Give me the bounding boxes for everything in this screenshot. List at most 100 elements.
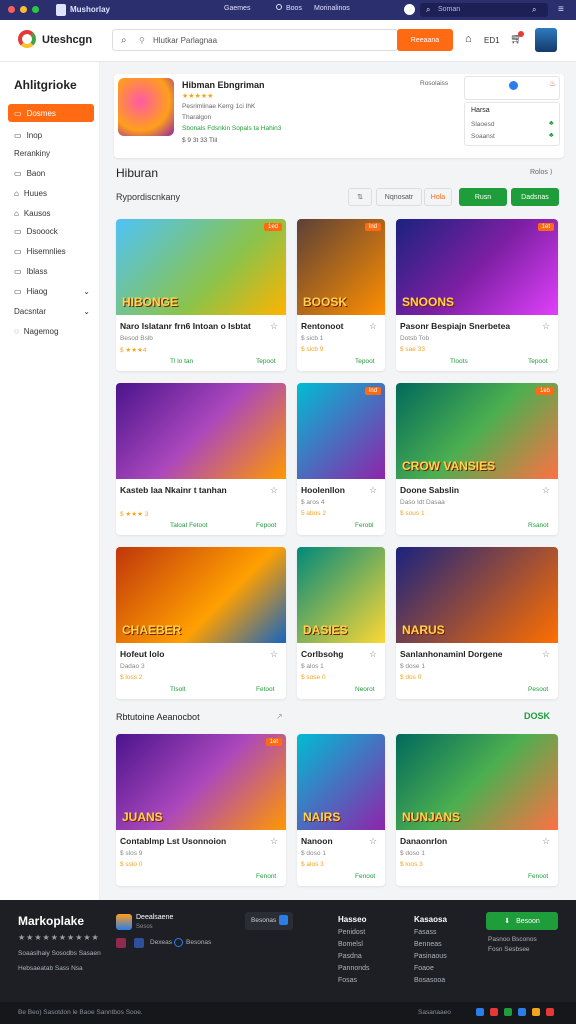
- game-card[interactable]: CROW VANSIES 1eb Doone Sabslin ☆ Daso Idt Da…: [396, 383, 558, 535]
- globe-icon[interactable]: [174, 938, 183, 947]
- footer-link[interactable]: Pasdna: [338, 951, 370, 963]
- favorite-icon[interactable]: ☆: [369, 649, 377, 660]
- topbar-search-input[interactable]: ⌕ Soman ⌕: [420, 3, 548, 17]
- favorite-icon[interactable]: ☆: [542, 485, 550, 496]
- sidebar-item[interactable]: ⌂ Huues: [8, 184, 94, 202]
- game-thumbnail[interactable]: JUANS 1et: [116, 734, 286, 830]
- footer-bottom-right[interactable]: Sasanaaeo: [418, 1009, 451, 1016]
- footer-link[interactable]: Penidost: [338, 927, 370, 939]
- game-thumbnail[interactable]: DASIES: [297, 547, 385, 643]
- topbar-link-2[interactable]: Boos: [286, 5, 302, 12]
- game-card[interactable]: NAIRS Nanoon ☆ $ doso 1 $ alos 3 Fenoot: [297, 734, 385, 886]
- game-card[interactable]: NARUS Sanlanhonaminl Dorgene ☆ $ dose 1 $ do…: [396, 547, 558, 699]
- game-title[interactable]: Pasonr Bespiajn Snerbetea: [400, 321, 510, 331]
- game-title[interactable]: Hofeut lolo: [120, 649, 164, 659]
- favorite-icon[interactable]: ☆: [270, 649, 278, 660]
- game-thumbnail[interactable]: HIBONGE 1ed: [116, 219, 286, 315]
- sort-button[interactable]: ⇅: [348, 188, 372, 206]
- game-thumbnail[interactable]: CROW VANSIES 1eb: [396, 383, 558, 479]
- sidebar-item[interactable]: Dacsntar ⌄: [8, 302, 94, 320]
- social-icon-4[interactable]: [518, 1008, 526, 1016]
- footer-button[interactable]: ⬇ Besoon: [486, 912, 558, 930]
- game-thumbnail[interactable]: NUNJANS: [396, 734, 558, 830]
- game-title[interactable]: Naro Islatanr frn6 Intoan o Isbtat: [120, 321, 251, 331]
- game-title[interactable]: Rentonoot: [301, 321, 344, 331]
- social-icon-6[interactable]: [546, 1008, 554, 1016]
- game-thumbnail[interactable]: Ind: [297, 383, 385, 479]
- game-title[interactable]: Corlbsohg: [301, 649, 344, 659]
- game-card[interactable]: BOOSK Ind Rentonoot ☆ $ sicb 1 $ sicb 9 Tepoot: [297, 219, 385, 371]
- filter-button-1[interactable]: Nqnosatr: [376, 188, 422, 206]
- favorite-icon[interactable]: ☆: [270, 836, 278, 847]
- sidebar-item[interactable]: ▭ Dosmes: [8, 104, 94, 122]
- game-title[interactable]: Nanoon: [301, 836, 333, 846]
- footer-link[interactable]: Pannonds: [338, 963, 370, 975]
- footer-dropdown[interactable]: Besonas: [245, 912, 293, 930]
- sidebar-item[interactable]: ▭ Hisemnlies: [8, 242, 94, 260]
- sidebar-item[interactable]: ▭ Baon: [8, 164, 94, 182]
- sidebar-item[interactable]: ◌ Nagemog: [8, 322, 94, 340]
- social-icon-2[interactable]: [490, 1008, 498, 1016]
- favorite-icon[interactable]: ☆: [542, 836, 550, 847]
- favorite-icon[interactable]: ☆: [369, 485, 377, 496]
- topbar-link-3[interactable]: Morinalinos: [314, 5, 350, 12]
- footer-link[interactable]: Benneas: [414, 939, 447, 951]
- user-icon[interactable]: [404, 4, 415, 15]
- game-title[interactable]: Contablmp Lst Usonnoion: [120, 836, 226, 846]
- brand-logo-icon[interactable]: [18, 30, 36, 48]
- game-card[interactable]: JUANS 1et Contablmp Lst Usonnoion ☆ $ slos 9…: [116, 734, 286, 886]
- game-card[interactable]: Ind Hoolenllon ☆ $ aros 4 5 abos 2 Ferobl: [297, 383, 385, 535]
- see-more-link[interactable]: Rolos ⟩: [530, 168, 553, 176]
- favorite-icon[interactable]: ☆: [270, 485, 278, 496]
- game-card[interactable]: CHAEBER Hofeut lolo ☆ Dadao 3 $ loss 2 Tlsolt…: [116, 547, 286, 699]
- game-card[interactable]: HIBONGE 1ed Naro Islatanr frn6 Intoan o Is…: [116, 219, 286, 371]
- game-thumbnail[interactable]: SNOONS 1et: [396, 219, 558, 315]
- search-button[interactable]: Reeaana: [397, 29, 453, 51]
- sidebar-item[interactable]: ▭ Dsooock: [8, 222, 94, 240]
- facebook-icon[interactable]: [134, 938, 144, 948]
- game-title[interactable]: Kasteb Iaa Nkainr t tanhan: [120, 485, 227, 495]
- game-title[interactable]: Hoolenllon: [301, 485, 345, 495]
- favorite-icon[interactable]: ☆: [369, 836, 377, 847]
- chevron-down-icon[interactable]: ⌄: [83, 287, 90, 296]
- sidebar-item[interactable]: ▭ Inop: [8, 126, 94, 144]
- game-card[interactable]: NUNJANS Danaonrlon ☆ $ doso 1 $ loos 3 Fenoot: [396, 734, 558, 886]
- maximize-dot[interactable]: [32, 6, 39, 13]
- favorite-icon[interactable]: ☆: [270, 321, 278, 332]
- topbar-link-1[interactable]: Gaemes: [224, 5, 250, 12]
- arrow-icon[interactable]: ↗: [276, 712, 283, 721]
- footer-app-button[interactable]: Dexeas: [150, 939, 172, 946]
- main-search-input[interactable]: ⌕ ⚲ Hlutkar Parlagnaa: [112, 29, 398, 51]
- header-badge[interactable]: ED1: [484, 36, 500, 45]
- game-thumbnail[interactable]: BOOSK Ind: [297, 219, 385, 315]
- menu-icon[interactable]: ≡: [558, 4, 564, 15]
- footer-link[interactable]: Pasinaous: [414, 951, 447, 963]
- favorite-icon[interactable]: ☆: [542, 321, 550, 332]
- info-icon[interactable]: [509, 81, 518, 90]
- footer-social[interactable]: Besonas: [186, 939, 211, 946]
- featured-card[interactable]: Hibman Ebngriman ★★★★★ Pesrimlinae Kerrg…: [114, 74, 564, 158]
- game-thumbnail[interactable]: NAIRS: [297, 734, 385, 830]
- green-button-1[interactable]: Rusn: [459, 188, 507, 206]
- footer-right-line-1[interactable]: Pasnoo Bsconos: [488, 936, 537, 943]
- minimize-dot[interactable]: [20, 6, 27, 13]
- chevron-down-icon[interactable]: ⌄: [83, 307, 90, 316]
- social-icon-5[interactable]: [532, 1008, 540, 1016]
- game-thumbnail[interactable]: NARUS: [396, 547, 558, 643]
- game-card[interactable]: Kasteb Iaa Nkainr t tanhan ☆ $ ★★★ 3 Taloat…: [116, 383, 286, 535]
- featured-title[interactable]: Hibman Ebngriman: [182, 80, 265, 90]
- close-dot[interactable]: [8, 6, 15, 13]
- social-icon-3[interactable]: [504, 1008, 512, 1016]
- sidebar-item[interactable]: ⌂ Kausos: [8, 204, 94, 222]
- search-icon[interactable]: ⌕: [532, 5, 536, 15]
- brand-name[interactable]: Uteshcgn: [42, 34, 92, 46]
- filter-button-2[interactable]: Hola: [424, 188, 452, 206]
- game-title[interactable]: Danaonrlon: [400, 836, 447, 846]
- game-card[interactable]: SNOONS 1et Pasonr Bespiajn Snerbetea ☆ Dotsb…: [396, 219, 558, 371]
- section2-more[interactable]: DOSK: [524, 711, 550, 721]
- game-thumbnail[interactable]: CHAEBER: [116, 547, 286, 643]
- footer-link[interactable]: Foaoe: [414, 963, 447, 975]
- sidebar-item[interactable]: ▭ Hiaog ⌄: [8, 282, 94, 300]
- footer-link[interactable]: Bomelsl: [338, 939, 370, 951]
- green-button-2[interactable]: Dadsnas: [511, 188, 559, 206]
